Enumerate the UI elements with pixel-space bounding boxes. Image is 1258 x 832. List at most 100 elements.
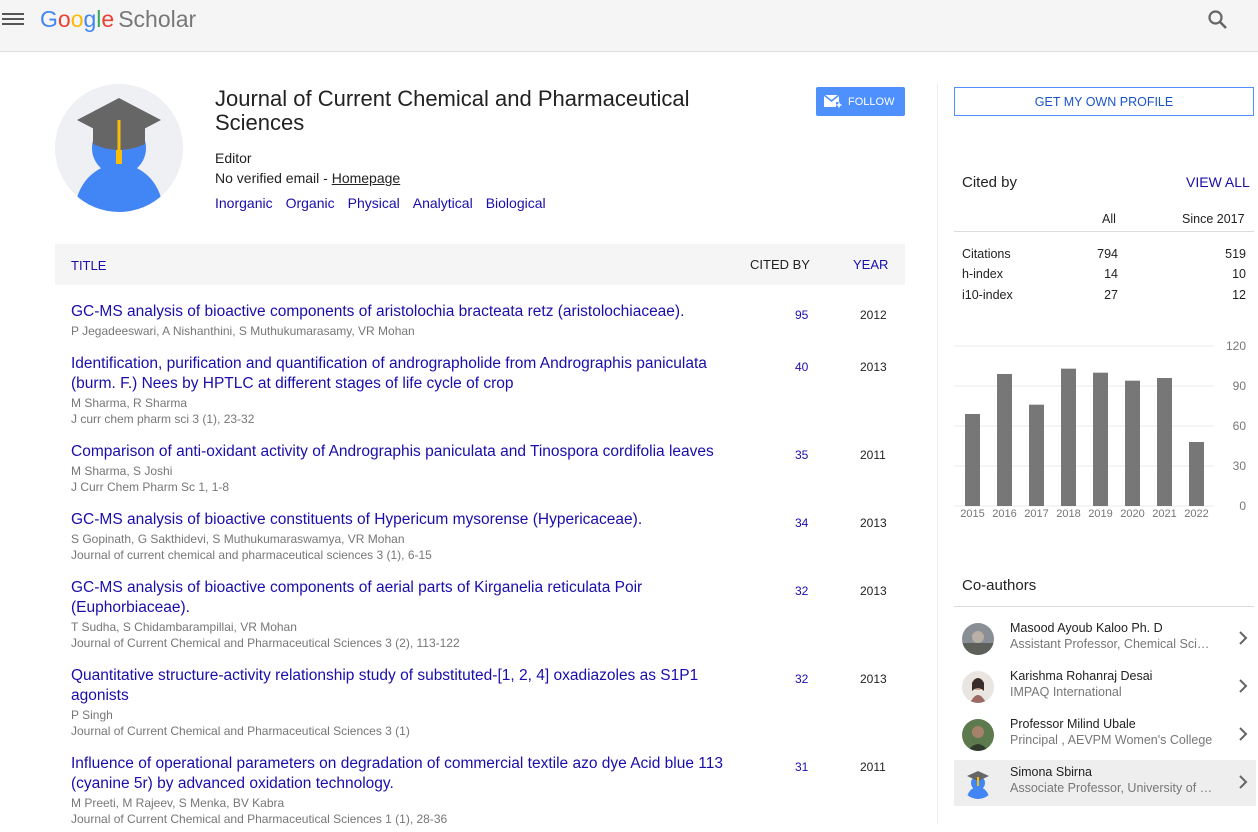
coauthors-heading: Co-authors	[962, 577, 1037, 594]
column-divider	[937, 84, 938, 824]
chart-x-tick-label: 2019	[1088, 508, 1112, 520]
interest-physical[interactable]: Physical	[348, 195, 400, 211]
coauthor-avatar	[962, 767, 994, 799]
chevron-right-icon	[1239, 775, 1248, 789]
article-title[interactable]: Comparison of anti-oxidant activity of A…	[71, 442, 741, 462]
article-cited-count[interactable]: 40	[795, 360, 808, 374]
chart-y-tick-label: 30	[1233, 459, 1247, 473]
profile-avatar	[55, 84, 183, 212]
article-title[interactable]: GC-MS analysis of bioactive components o…	[71, 302, 741, 322]
article-cited-count[interactable]: 32	[795, 672, 808, 686]
hamburger-menu-icon[interactable]	[2, 10, 24, 28]
article-venue: J curr chem pharm sci 3 (1), 23-32	[71, 412, 255, 426]
interest-analytical[interactable]: Analytical	[413, 195, 473, 211]
article-year: 2013	[860, 584, 887, 598]
article-title[interactable]: Quantitative structure-activity relation…	[71, 666, 741, 706]
email-icon	[824, 94, 842, 108]
chart-y-tick-label: 90	[1233, 379, 1247, 393]
article-year: 2013	[860, 360, 887, 374]
chart-x-tick-label: 2016	[992, 508, 1016, 520]
view-all-link[interactable]: VIEW ALL	[1186, 174, 1250, 190]
article-authors: M Sharma, R Sharma	[71, 396, 188, 410]
coauthor-avatar	[962, 623, 994, 655]
chart-x-tick-label: 2015	[960, 508, 984, 520]
chart-bar[interactable]	[1157, 378, 1172, 506]
chart-bar[interactable]	[1093, 372, 1108, 506]
col-since: Since 2017	[1182, 212, 1245, 226]
follow-button[interactable]: FOLLOW	[816, 87, 905, 116]
coauthor-avatar	[962, 671, 994, 703]
article-cited-count[interactable]: 35	[795, 448, 808, 462]
graduate-avatar-icon	[75, 98, 163, 212]
article-title[interactable]: GC-MS analysis of bioactive constituents…	[71, 510, 741, 530]
article-year: 2011	[860, 760, 886, 774]
chevron-right-icon	[1239, 727, 1248, 741]
chevron-right-icon	[1239, 679, 1248, 693]
coauthor-avatar	[962, 719, 994, 751]
chart-y-tick-label: 60	[1233, 419, 1247, 433]
get-my-own-profile-button[interactable]: GET MY OWN PROFILE	[954, 87, 1254, 116]
chart-bar[interactable]	[1061, 368, 1076, 506]
sort-by-year[interactable]: YEAR	[853, 257, 888, 272]
chart-x-tick-label: 2022	[1184, 508, 1208, 520]
chart-bar[interactable]	[965, 414, 980, 506]
chart-x-tick-label: 2021	[1152, 508, 1176, 520]
article-venue: Journal of Current Chemical and Pharmace…	[71, 636, 460, 650]
interest-inorganic[interactable]: Inorganic	[215, 195, 273, 211]
article-year: 2012	[860, 308, 887, 322]
article-year: 2013	[860, 672, 887, 686]
col-all: All	[1102, 212, 1116, 226]
chart-x-tick-label: 2018	[1056, 508, 1080, 520]
coauthor-item[interactable]: Simona Sbirna Associate Professor, Unive…	[954, 760, 1256, 806]
coauthor-item[interactable]: Masood Ayoub Kaloo Ph. D Assistant Profe…	[954, 616, 1256, 662]
search-icon[interactable]	[1207, 9, 1229, 31]
cited-by-column-header: CITED BY	[750, 257, 810, 272]
article-year: 2013	[860, 516, 887, 530]
article-venue: Journal of Current Chemical and Pharmace…	[71, 724, 410, 738]
chart-bar[interactable]	[997, 374, 1012, 506]
chart-bar[interactable]	[1029, 404, 1044, 506]
google-scholar-logo[interactable]: Google Scholar	[40, 6, 196, 33]
article-venue: Journal of current chemical and pharmace…	[71, 548, 432, 562]
citations-table-header: All Since 2017	[954, 204, 1254, 232]
chart-y-tick-label: 120	[1226, 339, 1246, 353]
article-cited-count[interactable]: 32	[795, 584, 808, 598]
chart-x-tick-label: 2020	[1120, 508, 1144, 520]
interest-biological[interactable]: Biological	[486, 195, 546, 211]
article-cited-count[interactable]: 34	[795, 516, 808, 530]
profile-affiliation: Editor	[215, 150, 252, 166]
article-authors: M Preeti, M Rajeev, S Menka, BV Kabra	[71, 796, 285, 810]
coauthors-divider	[954, 606, 1254, 607]
article-cited-count[interactable]: 31	[795, 760, 808, 774]
cited-by-heading: Cited by	[962, 174, 1018, 191]
article-title[interactable]: Identification, purification and quantif…	[71, 354, 741, 394]
profile-email: No verified email - Homepage	[215, 170, 401, 186]
interest-organic[interactable]: Organic	[286, 195, 335, 211]
article-title[interactable]: Influence of operational parameters on d…	[71, 754, 741, 794]
article-authors: S Gopinath, G Sakthidevi, S Muthukumaras…	[71, 532, 405, 546]
article-venue: Journal of Current Chemical and Pharmace…	[71, 812, 448, 826]
citations-bar-chart: 120 90 60 30 0 2015 2016 2017 2018 2019 2020 2021 20…	[954, 339, 1247, 520]
article-title[interactable]: GC-MS analysis of bioactive components o…	[71, 578, 741, 618]
coauthor-item[interactable]: Professor Milind Ubale Principal , AEVPM…	[954, 712, 1256, 758]
article-venue: J Curr Chem Pharm Sc 1, 1-8	[71, 480, 230, 494]
article-cited-count[interactable]: 95	[795, 308, 808, 322]
article-authors: M Sharma, S Joshi	[71, 464, 173, 478]
coauthor-item[interactable]: Karishma Rohanraj Desai IMPAQ Internatio…	[954, 664, 1256, 710]
article-authors: T Sudha, S Chidambarampillai, VR Mohan	[71, 620, 297, 634]
graduate-avatar-icon	[967, 771, 989, 799]
research-interests: Inorganic Organic Physical Analytical Biolog…	[215, 195, 559, 211]
homepage-link[interactable]: Homepage	[332, 170, 401, 186]
articles-table-header: TITLE CITED BY YEAR	[55, 244, 905, 285]
chart-x-tick-label: 2017	[1024, 508, 1048, 520]
chart-bar[interactable]	[1125, 380, 1140, 506]
chevron-right-icon	[1239, 631, 1248, 645]
top-bar: Google Scholar	[0, 0, 1258, 52]
article-year: 2011	[860, 448, 886, 462]
chart-y-tick-label: 0	[1239, 499, 1246, 513]
sort-by-title[interactable]: TITLE	[71, 258, 106, 273]
chart-bar[interactable]	[1189, 442, 1204, 506]
article-authors: P Singh	[71, 708, 113, 722]
article-authors: P Jegadeeswari, A Nishanthini, S Muthuku…	[71, 324, 415, 338]
profile-name: Journal of Current Chemical and Pharmace…	[215, 86, 690, 135]
